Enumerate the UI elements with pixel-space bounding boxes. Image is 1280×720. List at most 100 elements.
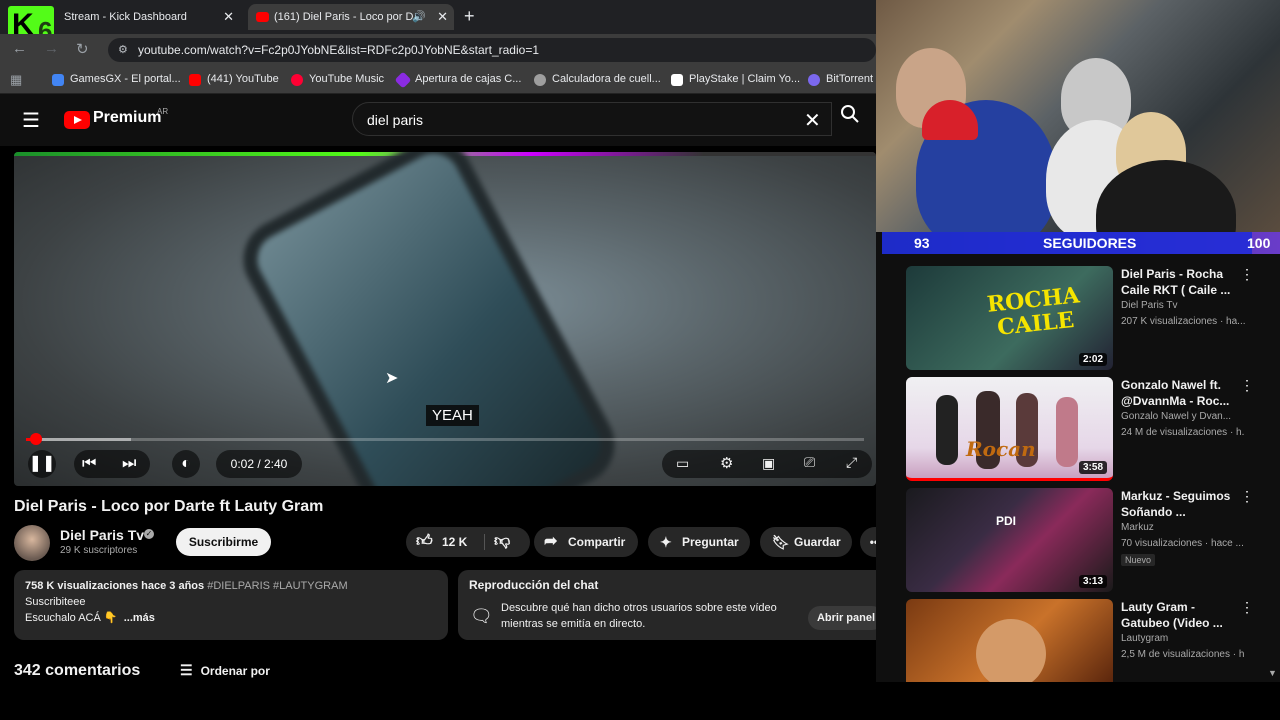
recommended-video[interactable]: Lauty Gram - Gatubeo (Video ... Lautygra…: [906, 599, 1278, 682]
bookmark-calculadora[interactable]: Calculadora de cuell...: [534, 73, 661, 86]
divider: [484, 534, 485, 550]
youtube-favicon-icon: [256, 12, 269, 22]
thumbnail-text: PDI: [996, 514, 1017, 528]
description-box[interactable]: 758 K visualizaciones hace 3 años #DIELP…: [14, 570, 448, 640]
video-player[interactable]: ➤ YEAH ❚❚ ⏮ ⏭ ◐ 0:02 / 2:40 ▭ ⚙ ▣ ⎚ ⤢: [14, 152, 876, 486]
search-button[interactable]: [840, 104, 876, 136]
bookmark-youtube[interactable]: (441) YouTube: [189, 73, 279, 86]
youtube-icon: [189, 74, 201, 86]
bookmark-label: YouTube Music: [309, 73, 385, 85]
bookmark-bittorrent[interactable]: BitTorrent: [808, 73, 874, 86]
show-more-link[interactable]: ...más: [124, 612, 155, 624]
tab-kick-dashboard[interactable]: Stream - Kick Dashboard ✕: [60, 4, 240, 30]
chat-replay-text: Descubre qué han dicho otros usuarios so…: [501, 602, 777, 630]
recommended-video[interactable]: Rocan 3:58 Gonzalo Nawel ft. @DvannMa - …: [906, 377, 1278, 481]
volume-icon: ◐: [181, 455, 191, 472]
scrubber-handle[interactable]: [30, 433, 43, 445]
progress-bar[interactable]: [26, 433, 864, 445]
miniplayer-icon[interactable]: ▣: [762, 455, 775, 472]
channel-name[interactable]: Diel Paris Tv: [60, 527, 144, 543]
goal-target: 100: [1247, 235, 1271, 251]
bookmark-icon: [52, 74, 64, 86]
recommended-channel: Markuz: [1121, 522, 1154, 533]
video-thumbnail[interactable]: ROCHA CAILE 2:02: [906, 266, 1113, 370]
clear-search-icon[interactable]: ✕: [804, 108, 821, 133]
site-info-icon[interactable]: ⚙: [118, 38, 128, 62]
subtitles-icon[interactable]: ▭: [676, 455, 689, 472]
reload-icon[interactable]: ↻: [76, 40, 89, 58]
dislike-icon[interactable]: 👎︎: [494, 527, 510, 557]
thumbnail-face: [976, 619, 1046, 682]
ask-button[interactable]: ✦ Preguntar: [648, 527, 750, 557]
next-icon[interactable]: ⏭: [122, 450, 136, 478]
like-count[interactable]: 12 K: [442, 527, 467, 557]
follower-goal-bar: 93 SEGUIDORES 100: [882, 232, 1280, 254]
apps-grid-icon[interactable]: ▦: [10, 72, 22, 88]
new-badge: Nuevo: [1121, 554, 1156, 566]
cast-icon[interactable]: ⎚: [804, 454, 815, 471]
streamer-webcam: [876, 0, 1280, 232]
time-display: 0:02 / 2:40: [216, 450, 302, 478]
like-icon[interactable]: 👍︎: [416, 527, 433, 557]
previous-icon[interactable]: ⏮: [82, 450, 96, 478]
settings-gear-icon[interactable]: ⚙: [720, 454, 733, 472]
ask-label: Preguntar: [682, 535, 739, 549]
thumbnail-text: Rocan: [966, 437, 1036, 461]
youtube-music-icon: [291, 74, 303, 86]
more-vertical-icon[interactable]: ⋮: [1240, 488, 1254, 505]
bookmark-label: (441) YouTube: [207, 73, 279, 85]
video-thumbnail[interactable]: Rocan 3:58: [906, 377, 1113, 481]
bookmark-label: BitTorrent: [826, 73, 874, 85]
close-tab-icon[interactable]: ✕: [223, 4, 234, 30]
youtube-logo-icon[interactable]: [64, 111, 90, 129]
goal-current: 93: [914, 235, 930, 251]
close-tab-icon[interactable]: ✕: [437, 4, 448, 30]
bookmarks-bar: ▦ GamesGX - El portal... (441) YouTube Y…: [0, 66, 876, 94]
description-tags[interactable]: #DIELPARIS #LAUTYGRAM: [207, 580, 347, 592]
share-button[interactable]: ➦ Compartir: [534, 527, 638, 557]
pause-icon: ❚❚: [28, 455, 56, 472]
more-vertical-icon[interactable]: ⋮: [1240, 377, 1254, 394]
pause-button[interactable]: ❚❚: [28, 450, 56, 478]
save-label: Guardar: [794, 535, 841, 549]
open-panel-button[interactable]: Abrir panel: [808, 606, 884, 630]
bookmark-gamesgx[interactable]: GamesGX - El portal...: [52, 73, 181, 86]
recommended-video[interactable]: PDI 3:13 Markuz - Seguimos Soñando ... M…: [906, 488, 1278, 592]
description-stats: 758 K visualizaciones hace 3 años: [25, 580, 205, 592]
bookmark-playstake[interactable]: PlayStake | Claim Yo...: [671, 73, 800, 86]
search-input[interactable]: diel paris: [352, 102, 832, 136]
subtitle-caption: YEAH: [426, 405, 479, 426]
more-vertical-icon[interactable]: ⋮: [1240, 266, 1254, 283]
recommended-title: Markuz - Seguimos Soñando ...: [1121, 489, 1231, 519]
video-frame-phone: [229, 152, 629, 486]
forward-icon[interactable]: →: [44, 40, 59, 57]
chat-replay-box: Reproducción del chat 🗨︎ Descubre qué ha…: [458, 570, 892, 640]
video-thumbnail[interactable]: [906, 599, 1113, 682]
tab-youtube-video[interactable]: (161) Diel Paris - Loco por D 🔊 ✕: [248, 4, 454, 30]
share-icon: ➦: [544, 533, 558, 550]
more-vertical-icon[interactable]: ⋮: [1240, 599, 1254, 616]
fullscreen-icon[interactable]: ⤢: [846, 454, 857, 471]
recommended-meta: 70 visualizaciones · hace ...: [1121, 538, 1244, 549]
recommended-video[interactable]: ROCHA CAILE 2:02 Diel Paris - Rocha Cail…: [906, 266, 1278, 370]
channel-avatar[interactable]: [14, 525, 50, 561]
save-button[interactable]: 🔖︎ Guardar: [760, 527, 852, 557]
sort-comments-button[interactable]: ☰ Ordenar por: [180, 662, 270, 679]
youtube-premium-logo[interactable]: Premium: [93, 109, 161, 127]
url-input[interactable]: ⚙ youtube.com/watch?v=Fc2p0JYobNE&list=R…: [108, 38, 876, 62]
region-code: AR: [157, 107, 169, 116]
speaker-icon[interactable]: 🔊: [412, 4, 426, 30]
back-icon[interactable]: ←: [12, 40, 27, 57]
scroll-down-icon[interactable]: ▼: [1268, 668, 1277, 678]
bookmark-youtube-music[interactable]: YouTube Music: [291, 73, 385, 86]
mouse-cursor-icon: ➤: [385, 370, 399, 387]
volume-button[interactable]: ◐: [172, 450, 200, 478]
video-thumbnail[interactable]: PDI 3:13: [906, 488, 1113, 592]
subscribe-button[interactable]: Suscribirme: [176, 528, 271, 556]
thumbnail-figure: [936, 395, 958, 465]
duration-badge: 2:02: [1078, 353, 1107, 366]
new-tab-button[interactable]: +: [464, 6, 475, 27]
menu-icon[interactable]: ☰: [22, 108, 40, 133]
tab-bar: K6 Stream - Kick Dashboard ✕ (161) Diel …: [0, 0, 876, 46]
bookmark-apertura-cajas[interactable]: Apertura de cajas C...: [394, 71, 521, 89]
